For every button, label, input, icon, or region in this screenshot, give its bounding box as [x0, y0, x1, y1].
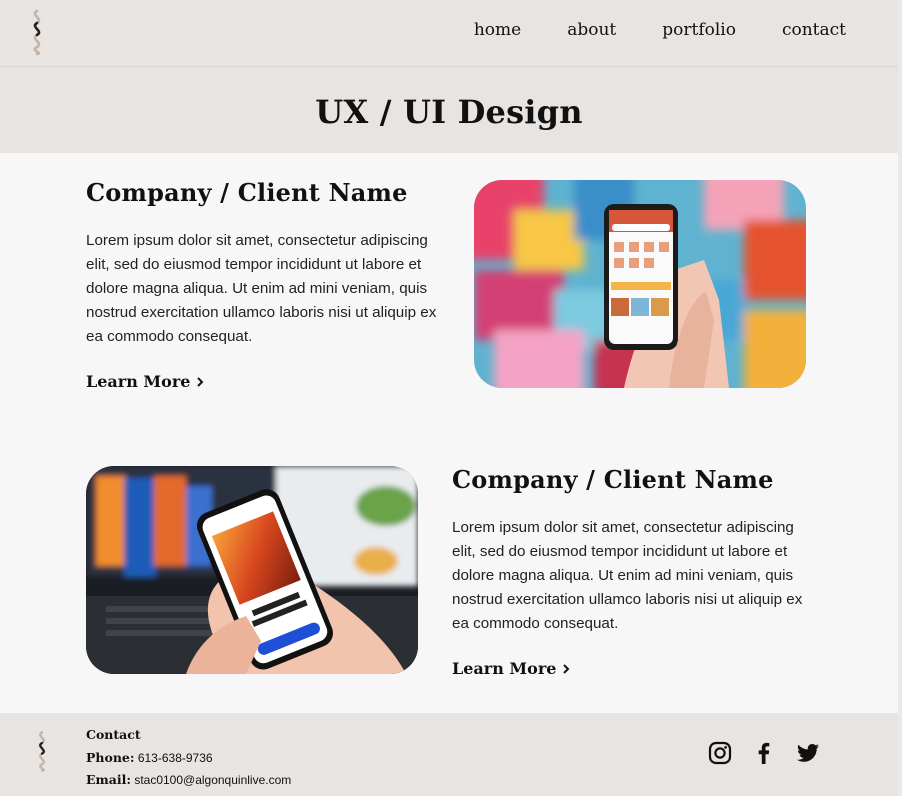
phone-label: Phone:: [86, 749, 135, 765]
project-title: Company / Client Name: [452, 465, 774, 494]
chevron-right-icon: [563, 663, 570, 674]
nav-portfolio-link[interactable]: portfolio: [662, 20, 736, 40]
contact-heading: Contact: [86, 727, 141, 742]
twitter-icon[interactable]: [796, 741, 820, 765]
project-image-1[interactable]: [474, 180, 806, 388]
footer-logo-icon[interactable]: [34, 728, 50, 774]
page-scroll-edge: [898, 0, 902, 796]
main-nav: home about portfolio contact: [474, 20, 846, 40]
instagram-icon[interactable]: [708, 741, 732, 765]
mural-phone-image: [474, 180, 806, 388]
project-card-1: Company / Client Name Lorem ipsum dolor …: [86, 178, 441, 392]
learn-more-link[interactable]: Learn More: [86, 372, 204, 391]
page-hero: UX / UI Design: [0, 67, 898, 153]
site-footer: Contact Phone: 613-638-9736 Email: stac0…: [0, 713, 898, 796]
site-header: home about portfolio contact: [0, 0, 898, 67]
facebook-icon[interactable]: [752, 741, 776, 765]
logo-icon[interactable]: [28, 9, 46, 55]
nav-about-link[interactable]: about: [567, 20, 616, 40]
learn-more-label: Learn More: [452, 659, 557, 678]
learn-more-link[interactable]: Learn More: [452, 659, 570, 678]
contact-info: Contact Phone: 613-638-9736 Email: stac0…: [86, 724, 291, 792]
project-image-2[interactable]: [86, 466, 418, 674]
project-title: Company / Client Name: [86, 178, 408, 207]
phone-row: Phone: 613-638-9736: [86, 747, 291, 770]
email-label: Email:: [86, 772, 131, 787]
chevron-right-icon: [197, 376, 204, 387]
nav-contact-link[interactable]: contact: [782, 20, 846, 40]
email-value[interactable]: stac0100@algonquinlive.com: [134, 773, 291, 787]
project-description: Lorem ipsum dolor sit amet, consectetur …: [452, 519, 803, 632]
phone-value[interactable]: 613-638-9736: [138, 751, 213, 765]
email-row: Email: stac0100@algonquinlive.com: [86, 769, 291, 792]
page-title: UX / UI Design: [315, 93, 583, 131]
travel-phone-image: [86, 466, 418, 674]
learn-more-label: Learn More: [86, 372, 191, 391]
nav-home-link[interactable]: home: [474, 20, 521, 40]
project-description: Lorem ipsum dolor sit amet, consectetur …: [86, 232, 437, 345]
social-links: [708, 741, 820, 765]
project-card-2: Company / Client Name Lorem ipsum dolor …: [452, 465, 807, 679]
